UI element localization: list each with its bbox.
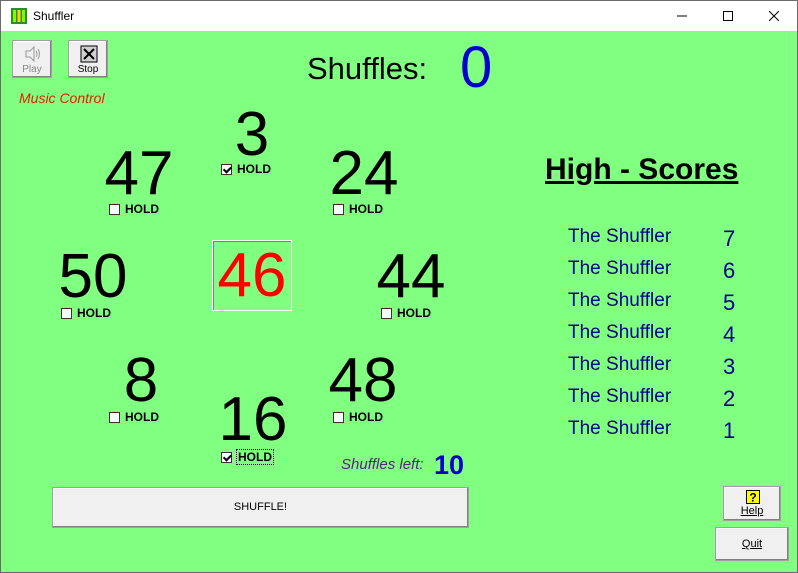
quit-button[interactable]: Quit xyxy=(715,527,789,561)
number-lower-right: 48 xyxy=(328,346,398,415)
high-score-name: The Shuffler xyxy=(568,386,672,407)
question-icon: ? xyxy=(746,490,760,504)
hold-upper-right[interactable]: HOLD xyxy=(333,202,383,216)
close-button[interactable] xyxy=(751,1,797,31)
high-score-value: 6 xyxy=(723,258,736,283)
shuffle-button-label: SHUFFLE! xyxy=(233,501,288,513)
game-area: Play Stop Music Control Shuffles: 0 3 HO… xyxy=(1,31,797,572)
hold-bottom-checkbox[interactable] xyxy=(221,451,232,463)
high-score-row: The Shuffler 5 xyxy=(568,290,748,318)
help-button-label: Help xyxy=(740,505,764,517)
hold-bottom-label: HOLD xyxy=(236,449,274,465)
minimize-button[interactable] xyxy=(659,1,705,31)
high-score-value: 7 xyxy=(723,226,736,251)
play-button[interactable]: Play xyxy=(12,40,52,78)
hold-upper-right-label: HOLD xyxy=(349,202,383,216)
hold-top[interactable]: HOLD xyxy=(221,162,271,176)
quit-button-label: Quit xyxy=(741,538,763,550)
high-score-row: The Shuffler 2 xyxy=(568,386,748,414)
stop-label: Stop xyxy=(77,64,99,75)
high-score-value: 4 xyxy=(723,322,736,347)
hold-upper-left-checkbox[interactable] xyxy=(109,203,120,215)
maximize-icon xyxy=(723,11,733,21)
hold-mid-left-label: HOLD xyxy=(77,306,111,320)
svg-text:?: ? xyxy=(749,491,756,505)
window-title: Shuffler xyxy=(33,9,75,23)
shuffler-window: Shuffler Play Stop Music Control Shuffle… xyxy=(0,0,798,573)
number-lower-left: 8 xyxy=(123,346,159,415)
speaker-icon xyxy=(25,45,40,63)
number-bottom: 16 xyxy=(218,385,288,454)
hold-lower-right-checkbox[interactable] xyxy=(333,411,344,423)
hold-upper-left-label: HOLD xyxy=(125,202,159,216)
maximize-button[interactable] xyxy=(705,1,751,31)
stop-button[interactable]: Stop xyxy=(68,40,108,78)
high-score-name: The Shuffler xyxy=(568,322,672,343)
hold-lower-left-label: HOLD xyxy=(125,410,159,424)
close-icon xyxy=(769,11,779,21)
hold-mid-right-checkbox[interactable] xyxy=(381,307,392,319)
high-score-row: The Shuffler 7 xyxy=(568,226,748,254)
hold-mid-right[interactable]: HOLD xyxy=(381,306,431,320)
hold-upper-left[interactable]: HOLD xyxy=(109,202,159,216)
center-number-box: 46 xyxy=(212,240,292,311)
high-score-row: The Shuffler 1 xyxy=(568,418,748,446)
high-score-row: The Shuffler 6 xyxy=(568,258,748,286)
hold-mid-left[interactable]: HOLD xyxy=(61,306,111,320)
shuffle-button[interactable]: SHUFFLE! xyxy=(52,487,469,528)
high-score-value: 1 xyxy=(723,418,736,443)
shuffles-count: 0 xyxy=(460,35,493,100)
number-top: 3 xyxy=(234,100,270,169)
hold-upper-right-checkbox[interactable] xyxy=(333,203,344,215)
play-label: Play xyxy=(22,64,42,75)
high-score-name: The Shuffler xyxy=(568,418,672,439)
hold-mid-left-checkbox[interactable] xyxy=(61,307,72,319)
hold-top-label: HOLD xyxy=(237,162,271,176)
hold-mid-right-label: HOLD xyxy=(397,306,431,320)
number-upper-left: 47 xyxy=(104,139,174,208)
high-score-name: The Shuffler xyxy=(568,258,672,279)
high-scores-title: High - Scores xyxy=(545,153,739,186)
high-score-name: The Shuffler xyxy=(568,290,672,311)
music-control-label: Music Control xyxy=(19,90,105,106)
shuffles-label: Shuffles: xyxy=(307,51,428,86)
high-score-value: 3 xyxy=(723,354,736,379)
stop-x-icon xyxy=(80,45,98,63)
shuffles-left-count: 10 xyxy=(434,450,465,480)
hold-top-checkbox[interactable] xyxy=(221,163,232,175)
hold-lower-left[interactable]: HOLD xyxy=(109,410,159,424)
high-score-name: The Shuffler xyxy=(568,226,672,247)
hold-bottom[interactable]: HOLD xyxy=(221,449,274,465)
high-score-row: The Shuffler 4 xyxy=(568,322,748,350)
high-score-name: The Shuffler xyxy=(568,354,672,375)
high-score-value: 2 xyxy=(723,386,736,411)
title-bar[interactable]: Shuffler xyxy=(1,1,797,31)
number-upper-right: 24 xyxy=(329,139,399,208)
green-cards-icon xyxy=(11,8,27,24)
number-mid-right: 44 xyxy=(376,242,446,311)
help-button[interactable]: ? Help xyxy=(723,486,781,521)
high-score-value: 5 xyxy=(723,290,736,315)
number-mid-left: 50 xyxy=(58,242,128,311)
hold-lower-right-label: HOLD xyxy=(349,410,383,424)
hold-lower-left-checkbox[interactable] xyxy=(109,411,120,423)
high-score-row: The Shuffler 3 xyxy=(568,354,748,382)
shuffles-left-label: Shuffles left: xyxy=(341,456,424,473)
hold-lower-right[interactable]: HOLD xyxy=(333,410,383,424)
minimize-icon xyxy=(677,15,687,17)
center-number: 46 xyxy=(217,241,287,310)
